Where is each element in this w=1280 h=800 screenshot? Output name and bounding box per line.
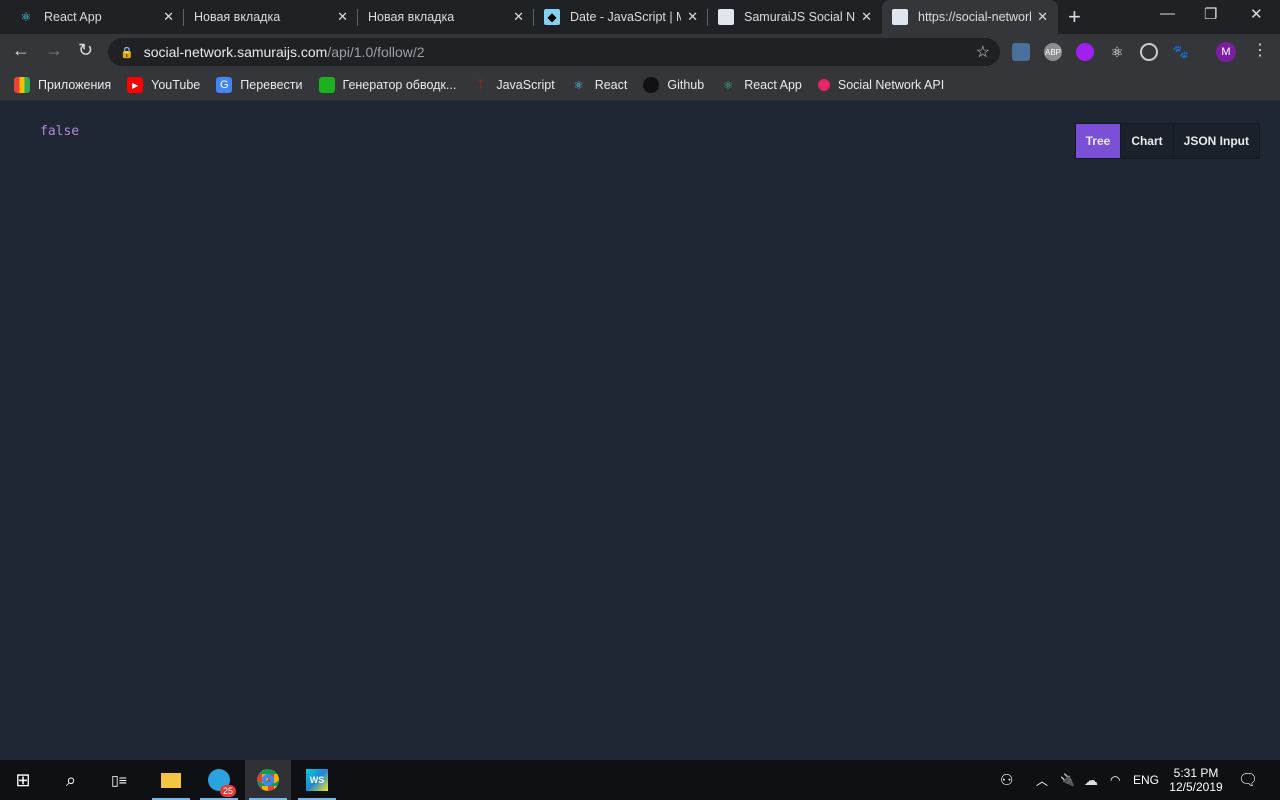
language-indicator[interactable]: ENG bbox=[1133, 760, 1159, 800]
bookmark-react[interactable]: ⚛ React bbox=[571, 77, 628, 93]
tab-title: Date - JavaScript | MDN bbox=[570, 10, 681, 24]
bookmark-javascript[interactable]: ᛉ JavaScript bbox=[472, 77, 555, 93]
browser-toolbar: ← → ↻ 🔒 social-network.samuraijs.com/api… bbox=[0, 34, 1280, 70]
react-icon: ⚛ bbox=[723, 79, 734, 92]
people-icon[interactable]: ⚇ bbox=[1000, 760, 1013, 800]
react-devtools-icon[interactable]: ⚛ bbox=[1108, 43, 1126, 61]
bookmark-label: Приложения bbox=[38, 78, 112, 92]
bookmark-star-icon[interactable]: ☆ bbox=[976, 42, 990, 62]
target-extension-icon[interactable] bbox=[1140, 43, 1158, 61]
minimize-button[interactable]: — bbox=[1160, 5, 1175, 22]
youtube-icon: ▶ bbox=[127, 77, 144, 93]
view-tab-json-input[interactable]: JSON Input bbox=[1172, 124, 1259, 158]
battery-icon[interactable]: 🔌 bbox=[1060, 760, 1075, 800]
json-viewer: false Tree Chart JSON Input bbox=[0, 101, 1280, 760]
bookmarks-bar: Приложения ▶ YouTube G Перевести Генератор… bbox=[0, 70, 1280, 101]
bookmark-translate[interactable]: G Перевести bbox=[216, 77, 303, 93]
react-icon: ⚛ bbox=[573, 79, 584, 92]
vk-unlock-extension-icon[interactable] bbox=[1012, 43, 1030, 61]
view-switcher: Tree Chart JSON Input bbox=[1074, 123, 1260, 159]
tab-new-1[interactable]: Новая вкладка ✕ bbox=[184, 0, 358, 34]
tab-active-api[interactable]: https://social-network.samuraijs.com/api… bbox=[882, 0, 1058, 34]
close-icon[interactable]: ✕ bbox=[1037, 9, 1048, 25]
bookmark-label: Social Network API bbox=[837, 78, 945, 92]
address-bar[interactable]: 🔒 social-network.samuraijs.com/api/1.0/f… bbox=[108, 38, 1000, 66]
view-tab-tree[interactable]: Tree bbox=[1075, 124, 1121, 158]
chrome-icon[interactable] bbox=[245, 760, 291, 800]
file-explorer-icon[interactable] bbox=[148, 760, 194, 800]
apps-grid-icon bbox=[14, 77, 30, 93]
bookmark-generator[interactable]: Генератор обводк... bbox=[318, 77, 457, 93]
reload-button[interactable]: ↻ bbox=[78, 40, 93, 61]
tab-title: https://social-network.samuraijs.com/api… bbox=[918, 10, 1031, 24]
start-button[interactable]: ⊞ bbox=[0, 760, 46, 800]
url-host: social-network.samuraijs.com bbox=[143, 44, 328, 60]
clock-date: 12/5/2019 bbox=[1169, 780, 1223, 794]
windows-taskbar: ⊞ ⌕ ▯≡ 25 WS ⚇ ︿ 🔌 ☁ ◠ ENG 5:31 PM 12/5/2… bbox=[0, 760, 1280, 800]
github-icon bbox=[643, 77, 660, 93]
onedrive-icon[interactable]: ☁ bbox=[1084, 760, 1098, 800]
page-icon bbox=[718, 9, 734, 25]
menu-icon[interactable]: ⋮ bbox=[1252, 40, 1268, 60]
task-view-button[interactable]: ▯≡ bbox=[96, 760, 142, 800]
bookmark-youtube[interactable]: ▶ YouTube bbox=[127, 77, 200, 93]
tab-mdn[interactable]: ◆ Date - JavaScript | MDN ✕ bbox=[534, 0, 708, 34]
tab-samurai[interactable]: SamuraiJS Social Network ✕ bbox=[708, 0, 882, 34]
close-icon[interactable]: ✕ bbox=[861, 9, 872, 25]
wifi-icon[interactable]: ◠ bbox=[1110, 760, 1120, 800]
tray-overflow-chevron-icon[interactable]: ︿ bbox=[1036, 760, 1048, 800]
telegram-icon[interactable]: 25 bbox=[196, 760, 242, 800]
bookmark-apps[interactable]: Приложения bbox=[14, 77, 111, 93]
javascript-icon: ᛉ bbox=[477, 79, 484, 91]
profile-avatar[interactable]: M bbox=[1216, 42, 1236, 62]
action-center-icon[interactable]: 🗨 bbox=[1238, 760, 1258, 800]
bookmark-label: YouTube bbox=[151, 78, 201, 92]
tab-react-app[interactable]: ⚛ React App ✕ bbox=[8, 0, 184, 34]
google-translate-icon: G bbox=[216, 77, 233, 93]
clock[interactable]: 5:31 PM 12/5/2019 bbox=[1168, 760, 1224, 800]
forward-button[interactable]: → bbox=[45, 40, 63, 61]
mdn-icon: ◆ bbox=[544, 9, 560, 25]
search-button[interactable]: ⌕ bbox=[48, 760, 94, 800]
close-window-button[interactable]: ✕ bbox=[1250, 5, 1263, 23]
bookmark-github[interactable]: Github bbox=[643, 77, 704, 93]
react-icon: ⚛ bbox=[20, 10, 32, 24]
tab-title: Новая вкладка bbox=[368, 10, 455, 24]
tab-title: Новая вкладка bbox=[194, 10, 281, 24]
bookmark-label: Генератор обводк... bbox=[342, 78, 457, 92]
tab-title: React App bbox=[44, 10, 102, 24]
bookmark-label: React App bbox=[744, 78, 802, 92]
view-tab-chart[interactable]: Chart bbox=[1120, 124, 1173, 158]
json-value: false bbox=[40, 124, 80, 139]
bookmark-label: JavaScript bbox=[496, 78, 555, 92]
close-icon[interactable]: ✕ bbox=[687, 9, 698, 25]
clock-time: 5:31 PM bbox=[1173, 766, 1219, 780]
new-tab-button[interactable]: + bbox=[1068, 4, 1081, 30]
webstorm-icon[interactable]: WS bbox=[294, 760, 340, 800]
tab-title: SamuraiJS Social Network bbox=[744, 10, 856, 24]
url-path: /api/1.0/follow/2 bbox=[327, 44, 425, 60]
bookmark-social-network-api[interactable]: Social Network API bbox=[817, 78, 945, 92]
page-icon bbox=[892, 9, 908, 25]
close-icon[interactable]: ✕ bbox=[337, 9, 348, 25]
json-viewer-extension-icon[interactable] bbox=[1076, 43, 1094, 61]
bookmark-react-app[interactable]: ⚛ React App bbox=[720, 77, 802, 93]
close-icon[interactable]: ✕ bbox=[513, 9, 524, 25]
bookmark-label: Github bbox=[667, 78, 705, 92]
back-button[interactable]: ← bbox=[12, 40, 30, 61]
adblock-extension-icon[interactable]: ABP bbox=[1044, 43, 1062, 61]
close-icon[interactable]: ✕ bbox=[163, 9, 174, 25]
paw-extension-icon[interactable]: 🐾 bbox=[1172, 43, 1190, 61]
notification-badge: 25 bbox=[219, 785, 236, 797]
generator-icon bbox=[318, 77, 335, 93]
bookmark-label: Перевести bbox=[240, 78, 303, 92]
social-network-icon bbox=[817, 79, 830, 91]
lock-icon: 🔒 bbox=[120, 46, 134, 59]
tab-strip: ⚛ React App ✕ Новая вкладка ✕ Новая вкладка… bbox=[0, 0, 1280, 34]
restore-button[interactable]: ❐ bbox=[1204, 5, 1217, 23]
tab-new-2[interactable]: Новая вкладка ✕ bbox=[358, 0, 534, 34]
bookmark-label: React bbox=[594, 78, 628, 92]
